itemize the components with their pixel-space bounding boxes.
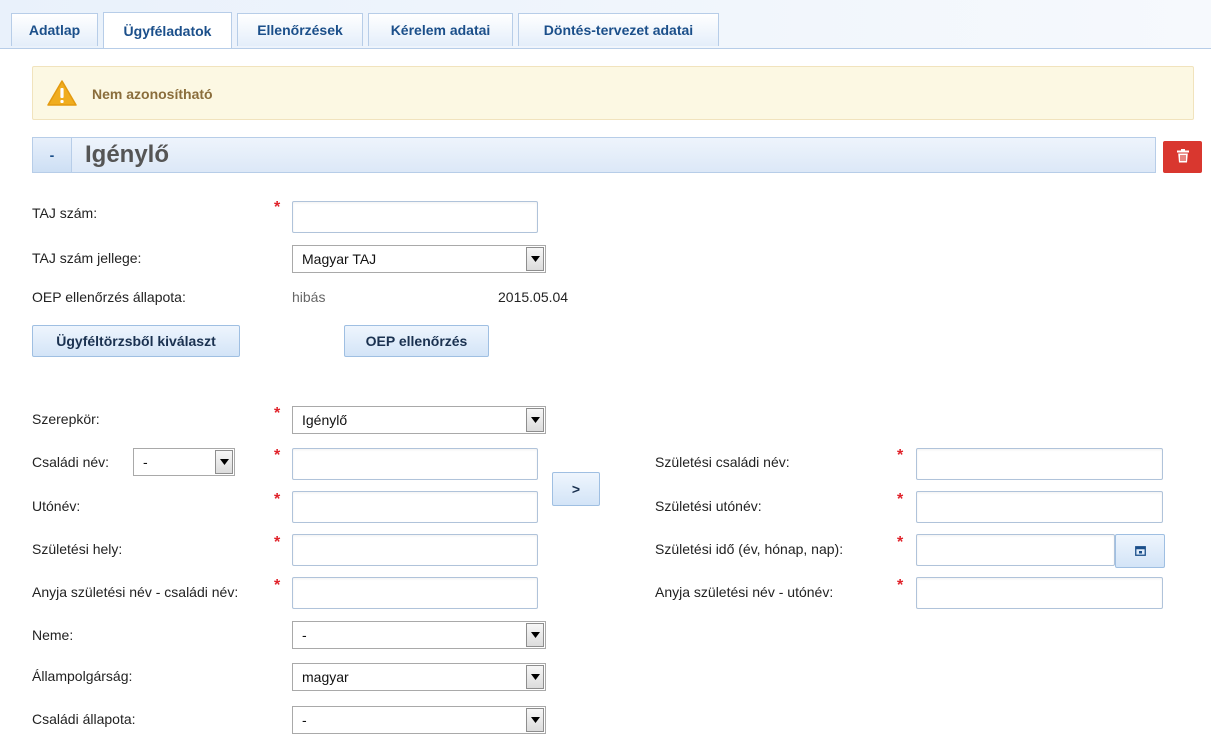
taj-input[interactable]	[292, 201, 538, 233]
date-picker-button[interactable]	[1115, 534, 1165, 568]
chevron-down-icon	[526, 623, 544, 647]
oep-status-value: hibás	[292, 289, 326, 305]
taj-type-value: Magyar TAJ	[302, 251, 377, 267]
required-mark: *	[274, 405, 281, 422]
family-name-prefix-select[interactable]: -	[133, 448, 235, 476]
marital-status-label: Családi állapota:	[32, 711, 136, 727]
collapse-button[interactable]: -	[33, 138, 72, 172]
required-mark: *	[274, 577, 281, 594]
family-name-prefix-value: -	[143, 454, 148, 470]
mother-family-name-input[interactable]	[292, 577, 538, 609]
birth-family-name-label: Születési családi név:	[655, 454, 790, 470]
select-client-button[interactable]: Ügyféltörzsből kiválaszt	[32, 325, 240, 357]
mother-given-name-input[interactable]	[916, 577, 1163, 609]
required-mark: *	[274, 447, 281, 464]
given-name-input[interactable]	[292, 491, 538, 523]
citizenship-value: magyar	[302, 669, 349, 685]
required-mark: *	[897, 577, 904, 594]
oep-check-button[interactable]: OEP ellenőrzés	[344, 325, 489, 357]
family-name-label: Családi név:	[32, 454, 110, 470]
marital-status-value: -	[302, 712, 307, 728]
required-mark: *	[274, 491, 281, 508]
gender-label: Neme:	[32, 627, 74, 643]
copy-to-birth-name-button[interactable]: >	[552, 472, 600, 506]
tab-ugyfeladatok[interactable]: Ügyféladatok	[103, 12, 232, 48]
role-value: Igénylő	[302, 412, 348, 428]
birth-place-label: Születési hely:	[32, 541, 123, 557]
chevron-down-icon	[215, 450, 233, 474]
warning-alert: Nem azonosítható	[32, 66, 1194, 120]
mother-family-name-label: Anyja születési név - családi név:	[32, 584, 239, 600]
required-mark: *	[897, 534, 904, 551]
mother-given-name-label: Anyja születési név - utónév:	[655, 584, 834, 600]
warning-icon	[47, 79, 77, 110]
citizenship-label: Állampolgárság:	[32, 668, 133, 684]
alert-text: Nem azonosítható	[92, 86, 213, 102]
calendar-icon	[1134, 543, 1146, 559]
delete-button[interactable]	[1163, 141, 1202, 173]
chevron-down-icon	[526, 247, 544, 271]
required-mark: *	[274, 534, 281, 551]
role-select[interactable]: Igénylő	[292, 406, 546, 434]
taj-type-select[interactable]: Magyar TAJ	[292, 245, 546, 273]
tab-dontes-tervezet[interactable]: Döntés-tervezet adatai	[518, 13, 719, 46]
required-mark: *	[274, 199, 281, 216]
oep-status-date: 2015.05.04	[498, 289, 569, 305]
role-label: Szerepkör:	[32, 411, 100, 427]
birth-family-name-input[interactable]	[916, 448, 1163, 480]
taj-label: TAJ szám:	[32, 205, 98, 221]
birth-given-name-label: Születési utónév:	[655, 498, 762, 514]
chevron-down-icon	[526, 665, 544, 689]
marital-status-select[interactable]: -	[292, 706, 546, 734]
tab-bar: Adatlap Ügyféladatok Ellenőrzések Kérele…	[0, 0, 1211, 49]
birth-date-label: Születési idő (év, hónap, nap):	[655, 541, 844, 557]
tab-adatlap[interactable]: Adatlap	[11, 13, 98, 46]
citizenship-select[interactable]: magyar	[292, 663, 546, 691]
oep-status-label: OEP ellenőrzés állapota:	[32, 289, 186, 305]
birth-date-input[interactable]	[916, 534, 1115, 566]
family-name-input[interactable]	[292, 448, 538, 480]
section-title: Igénylő	[85, 141, 170, 168]
given-name-label: Utónév:	[32, 498, 81, 514]
tab-ellenorzesek[interactable]: Ellenőrzések	[237, 13, 363, 46]
gender-value: -	[302, 627, 307, 643]
required-mark: *	[897, 447, 904, 464]
section-header: - Igénylő	[32, 137, 1156, 173]
trash-icon	[1176, 148, 1189, 166]
tab-kerelem-adatai[interactable]: Kérelem adatai	[368, 13, 513, 46]
birth-place-input[interactable]	[292, 534, 538, 566]
gender-select[interactable]: -	[292, 621, 546, 649]
chevron-down-icon	[526, 708, 544, 732]
required-mark: *	[897, 491, 904, 508]
birth-given-name-input[interactable]	[916, 491, 1163, 523]
chevron-down-icon	[526, 408, 544, 432]
taj-type-label: TAJ szám jellege:	[32, 250, 142, 266]
